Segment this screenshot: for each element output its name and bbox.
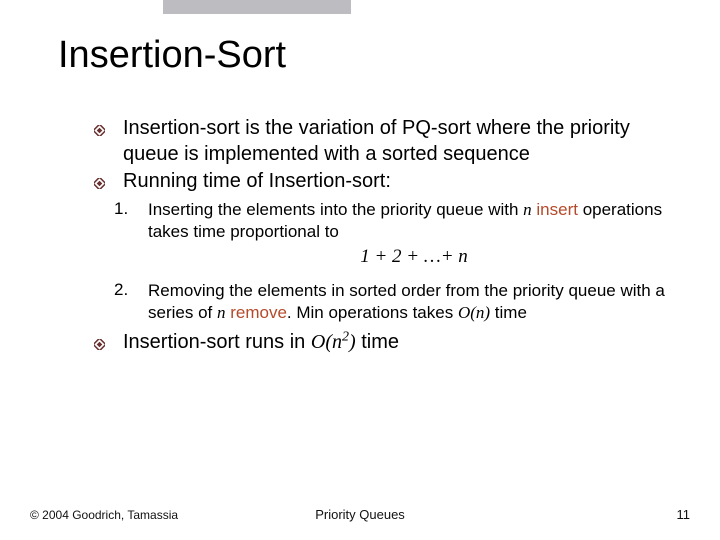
var-n: n bbox=[523, 200, 532, 219]
bullet-item: Running time of Insertion-sort: bbox=[94, 169, 680, 195]
diamond-icon bbox=[94, 123, 105, 141]
text-run: Inserting the elements into the priority… bbox=[148, 200, 523, 219]
text-run: operations takes bbox=[324, 303, 458, 322]
list-text: Inserting the elements into the priority… bbox=[148, 199, 680, 276]
paren: ( bbox=[325, 331, 332, 353]
list-item: 1. Inserting the elements into the prior… bbox=[114, 199, 680, 276]
text-run: time bbox=[356, 331, 399, 353]
big-o: O bbox=[458, 303, 470, 322]
text-run: time bbox=[490, 303, 527, 322]
paren: ) bbox=[349, 331, 356, 353]
diamond-icon bbox=[94, 176, 105, 194]
list-item: 2. Removing the elements in sorted order… bbox=[114, 280, 680, 324]
bullet-text: Insertion-sort is the variation of PQ-so… bbox=[123, 116, 680, 167]
page-number: 11 bbox=[677, 507, 691, 522]
formula: 1 + 2 + …+ n bbox=[148, 245, 680, 270]
slide-title: Insertion-Sort bbox=[58, 34, 286, 77]
bullet-item: Insertion-sort runs in O(n2) time bbox=[94, 330, 680, 356]
exponent: 2 bbox=[342, 329, 349, 344]
bullet-item: Insertion-sort is the variation of PQ-so… bbox=[94, 116, 680, 167]
slide-body: Insertion-sort is the variation of PQ-so… bbox=[94, 116, 680, 357]
decorative-bar bbox=[163, 0, 351, 14]
bullet-text: Insertion-sort runs in O(n2) time bbox=[123, 330, 399, 356]
list-number: 2. bbox=[114, 280, 148, 300]
slide: Insertion-Sort Insertion-sort is the var… bbox=[0, 0, 720, 540]
text-run: Insertion-sort runs in bbox=[123, 331, 311, 353]
numbered-list: 1. Inserting the elements into the prior… bbox=[114, 199, 680, 324]
footer-title: Priority Queues bbox=[0, 507, 720, 522]
list-number: 1. bbox=[114, 199, 148, 219]
keyword: remove bbox=[230, 303, 287, 322]
big-o: O bbox=[311, 331, 325, 353]
keyword: insert bbox=[536, 200, 578, 219]
var-n: n bbox=[332, 331, 342, 353]
text-run: . Min bbox=[287, 303, 324, 322]
list-text: Removing the elements in sorted order fr… bbox=[148, 280, 680, 324]
diamond-icon bbox=[94, 337, 105, 355]
bullet-text: Running time of Insertion-sort: bbox=[123, 169, 391, 195]
